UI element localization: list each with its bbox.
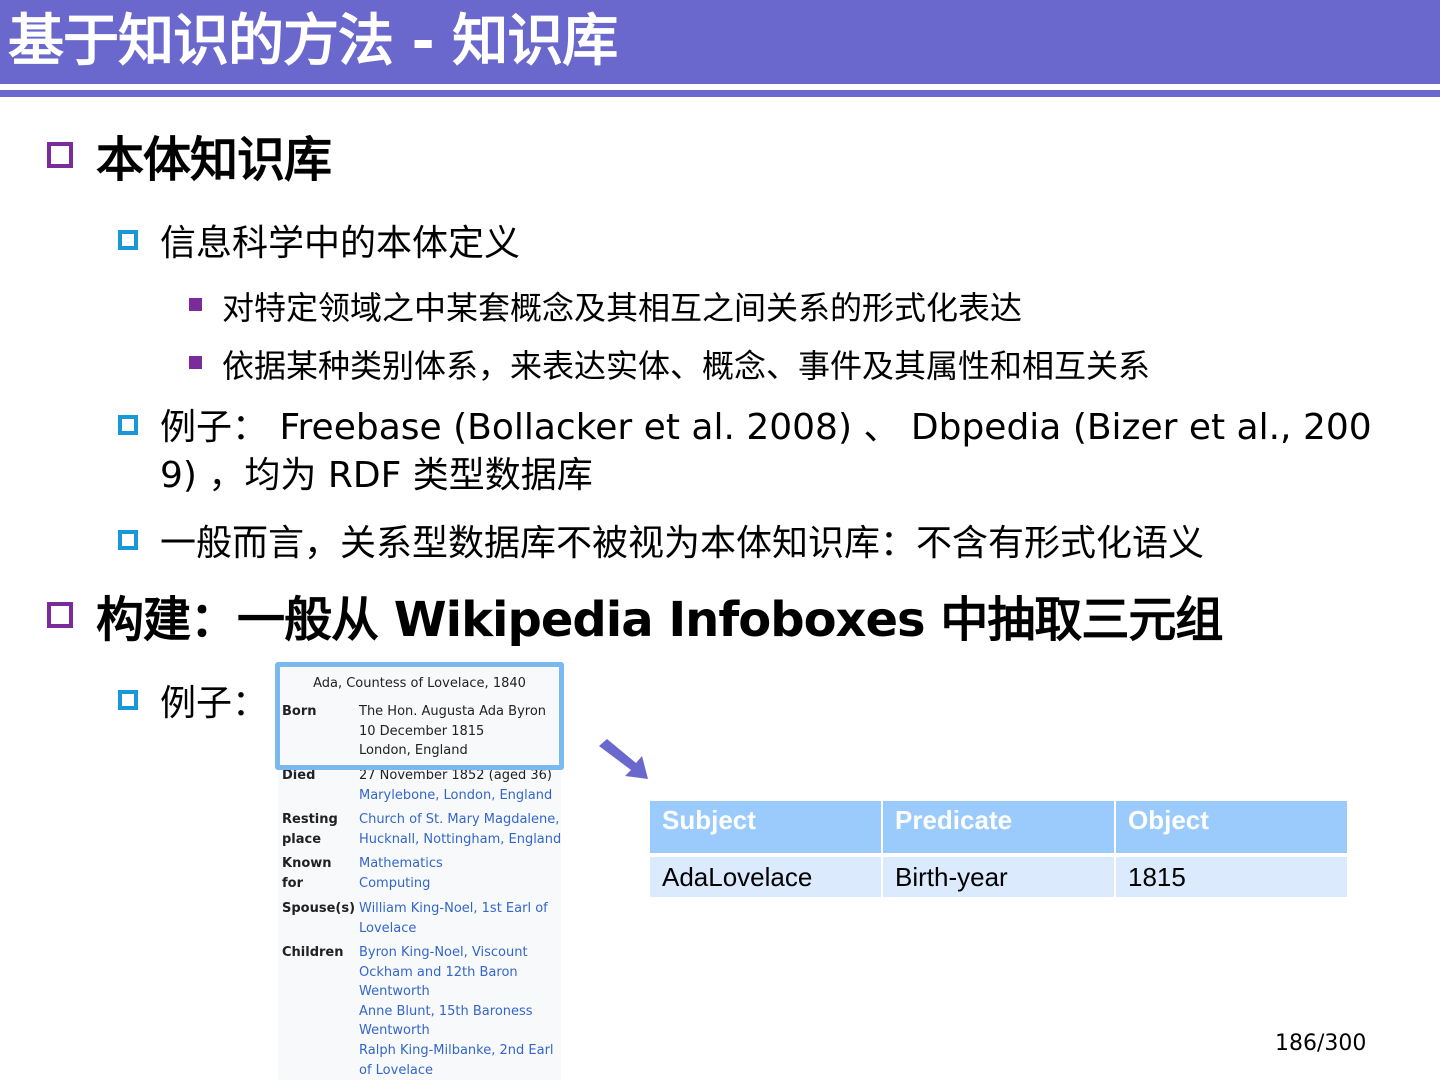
sub-sub-item-formal-expression: 对特定领域之中某套概念及其相互之间关系的形式化表达 (222, 289, 1023, 327)
example-label: 例子： (160, 683, 269, 724)
infobox-value-link[interactable]: Hucknall, Nottingham, England (359, 830, 561, 850)
bullet-filled-square-icon (189, 298, 202, 311)
bullet-filled-square-icon (189, 356, 202, 369)
infobox-value-link[interactable]: Byron King-Noel, Viscount (359, 943, 559, 963)
infobox-value-link[interactable]: William King-Noel, 1st Earl of (359, 899, 559, 919)
title-bar: 基于知识的方法 - 知识库 (0, 0, 1440, 84)
infobox-label: Spouse(s) (282, 901, 356, 916)
arrow-right-down-icon (599, 739, 648, 779)
infobox-value-link[interactable]: Anne Blunt, 15th Baroness (359, 1002, 559, 1022)
table-row: AdaLovelace Birth-year 1815 (650, 853, 1347, 897)
infobox-value-link[interactable]: Marylebone, London, England (359, 786, 559, 806)
bullet-square-icon (118, 230, 138, 250)
title-divider (0, 90, 1440, 97)
column-header-object: Object (1116, 801, 1347, 853)
bullet-square-icon (118, 530, 138, 550)
infobox-value-link[interactable]: Wentworth (359, 1021, 559, 1041)
infobox-value: Mathematics Computing (359, 854, 559, 893)
infobox-value: 27 November 1852 (aged 36) Marylebone, L… (359, 766, 559, 805)
cell-predicate: Birth-year (883, 853, 1114, 897)
infobox-label: Resting place (282, 812, 338, 847)
sub-sub-item-category-system: 依据某种类别体系，来表达实体、概念、事件及其属性和相互关系 (222, 347, 1151, 385)
sub-item-ontology-definition: 信息科学中的本体定义 (160, 223, 521, 264)
infobox-value-link[interactable]: Church of St. Mary Magdalene, (359, 810, 559, 830)
triple-table-header: Subject Predicate Object (650, 801, 1347, 853)
infobox-value: Byron King-Noel, Viscount Ockham and 12t… (359, 943, 559, 1080)
infobox-value-link[interactable]: Ralph King-Milbanke, 2nd Earl (359, 1041, 559, 1061)
infobox-label: Known for (282, 856, 332, 891)
infobox-value: William King-Noel, 1st Earl of Lovelace (359, 899, 559, 938)
sub-item-examples-line2: 9) ，均为 RDF 类型数据库 (160, 455, 593, 496)
infobox-value-link[interactable]: Mathematics (359, 854, 559, 874)
infobox-value-link[interactable]: Computing (359, 874, 559, 894)
infobox-label: Children (282, 945, 344, 960)
cell-subject: AdaLovelace (650, 853, 881, 897)
triple-table: Subject Predicate Object AdaLovelace Bir… (648, 801, 1349, 897)
infobox-value-link[interactable]: Ockham and 12th Baron (359, 963, 559, 983)
sub-item-examples-line1: 例子： Freebase (Bollacker et al. 2008) 、 D… (160, 407, 1372, 448)
section-heading-ontology: 本体知识库 (96, 132, 332, 188)
cell-object: 1815 (1116, 853, 1347, 897)
section-heading-construction: 构建：一般从 Wikipedia Infoboxes 中抽取三元组 (96, 592, 1223, 648)
slide-title: 基于知识的方法 - 知识库 (8, 9, 618, 74)
infobox-highlight-frame (275, 662, 564, 770)
infobox-value-link[interactable]: Wentworth (359, 982, 559, 1002)
page-number: 186/300 (1275, 1031, 1367, 1056)
infobox-value: Church of St. Mary Magdalene, Hucknall, … (359, 810, 561, 850)
infobox-value-link[interactable]: Lovelace (359, 919, 559, 939)
bullet-square-icon (47, 602, 73, 628)
column-header-subject: Subject (650, 801, 881, 853)
infobox-value-link[interactable]: of Lovelace (359, 1061, 559, 1080)
bullet-square-icon (118, 690, 138, 710)
column-header-predicate: Predicate (883, 801, 1114, 853)
bullet-square-icon (118, 415, 138, 435)
bullet-square-icon (47, 142, 73, 168)
sub-item-relational-db: 一般而言，关系型数据库不被视为本体知识库：不含有形式化语义 (160, 523, 1205, 564)
